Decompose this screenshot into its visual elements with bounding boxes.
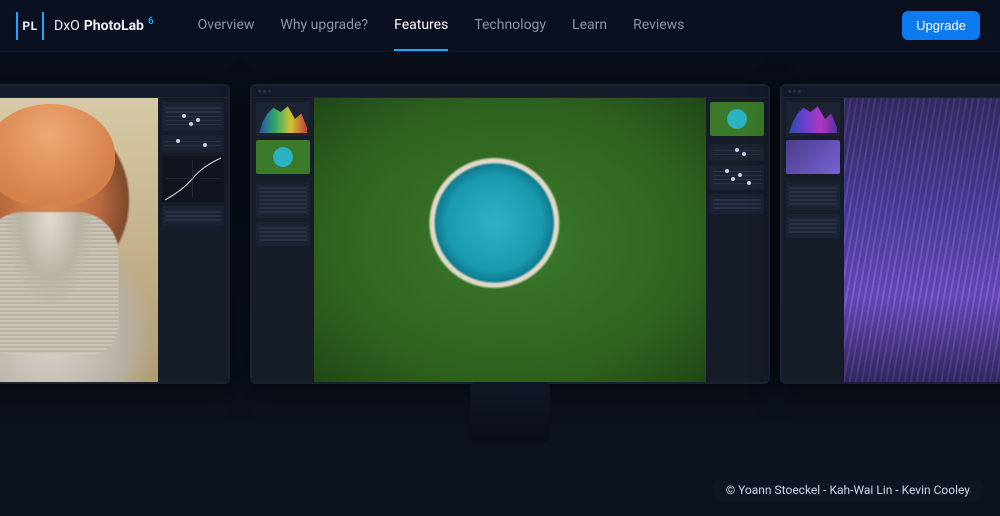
app-titlebar <box>0 86 228 98</box>
panel-section[interactable] <box>162 206 224 226</box>
logo-brand-prefix: DxO <box>54 18 80 34</box>
panel-section[interactable] <box>710 144 764 161</box>
portrait-image <box>0 98 158 382</box>
nav-link-overview[interactable]: Overview <box>198 1 255 51</box>
panel-section[interactable] <box>162 135 224 152</box>
app-titlebar <box>782 86 1000 98</box>
slider[interactable] <box>165 124 221 125</box>
slider[interactable] <box>713 154 761 155</box>
slider[interactable] <box>165 145 221 146</box>
thumbnail[interactable] <box>256 140 310 174</box>
monitor-center <box>250 84 770 384</box>
right-palette <box>158 98 228 382</box>
panel-section[interactable] <box>162 102 224 131</box>
right-palette <box>706 98 768 382</box>
viewport-rocks <box>844 98 1000 382</box>
slider[interactable] <box>713 179 761 180</box>
rocks-image <box>844 98 1000 382</box>
histogram-panel[interactable] <box>256 102 310 136</box>
panel-section[interactable] <box>786 214 840 238</box>
panel-section[interactable] <box>710 194 764 214</box>
nav-links: Overview Why upgrade? Features Technolog… <box>198 1 685 51</box>
logo-brand-main: PhotoLab <box>84 18 144 34</box>
panel-section[interactable] <box>256 182 310 218</box>
thumbnail[interactable] <box>710 102 764 136</box>
viewport-portrait <box>0 98 158 382</box>
slider[interactable] <box>165 120 221 121</box>
nav-link-learn[interactable]: Learn <box>572 1 607 51</box>
nav-link-technology[interactable]: Technology <box>474 1 546 51</box>
left-palette <box>782 98 844 382</box>
histogram-panel[interactable] <box>786 102 840 136</box>
tone-curve[interactable] <box>162 156 224 202</box>
panel-section[interactable] <box>786 182 840 210</box>
top-nav: PL DxO PhotoLab 6 Overview Why upgrade? … <box>0 0 1000 52</box>
logo-text: DxO PhotoLab 6 <box>54 18 154 34</box>
left-palette <box>252 98 314 382</box>
slider[interactable] <box>713 171 761 172</box>
nav-link-features[interactable]: Features <box>394 1 448 51</box>
photo-credit: © Yoann Stoeckel - Kah-Wai Lin - Kevin C… <box>712 478 984 502</box>
slider[interactable] <box>165 116 221 117</box>
product-logo[interactable]: PL DxO PhotoLab 6 <box>16 12 154 40</box>
monitor-left <box>0 84 230 384</box>
nav-link-reviews[interactable]: Reviews <box>633 1 684 51</box>
thumbnail[interactable] <box>786 140 840 174</box>
slider[interactable] <box>713 150 761 151</box>
slider[interactable] <box>713 175 761 176</box>
slider[interactable] <box>165 141 221 142</box>
app-titlebar <box>252 86 768 98</box>
logo-version: 6 <box>148 16 154 27</box>
slider[interactable] <box>713 183 761 184</box>
viewport-aerial <box>314 98 706 382</box>
monitor-right <box>780 84 1000 384</box>
monitor-stand <box>470 382 550 442</box>
panel-section[interactable] <box>710 165 764 190</box>
panel-section[interactable] <box>256 222 310 246</box>
feature-gallery: © Yoann Stoeckel - Kah-Wai Lin - Kevin C… <box>0 52 1000 516</box>
logo-badge: PL <box>16 12 44 40</box>
upgrade-button[interactable]: Upgrade <box>902 11 980 40</box>
nav-link-why-upgrade[interactable]: Why upgrade? <box>280 1 368 51</box>
aerial-image <box>314 98 706 382</box>
